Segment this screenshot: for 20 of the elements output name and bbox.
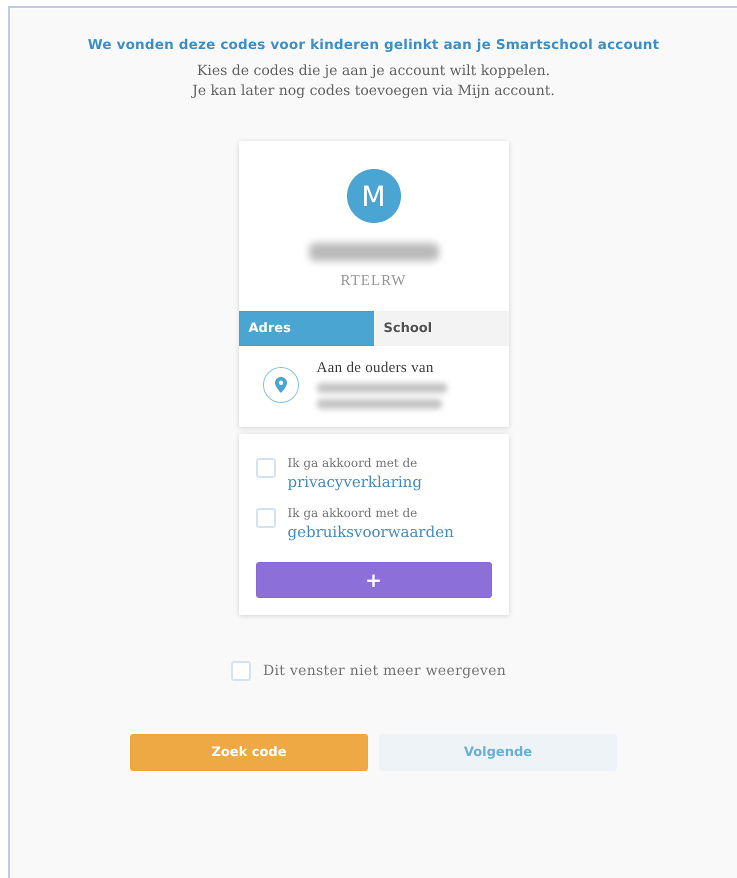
avatar: M: [346, 169, 400, 223]
consent-link[interactable]: privacyverklaring: [288, 472, 422, 492]
tab[interactable]: School: [374, 311, 508, 346]
search-code-button[interactable]: Zoek code: [130, 734, 368, 771]
checkbox[interactable]: [256, 458, 276, 478]
page-heading: We vonden deze codes voor kinderen gelinkt aan je Smartschool account: [88, 37, 660, 53]
child-code: RTELRW: [340, 273, 406, 290]
next-button[interactable]: Volgende: [379, 734, 617, 771]
checkbox[interactable]: [230, 661, 251, 681]
intro-text: Kies de codes die je aan je account wilt koppelen.: [196, 62, 550, 81]
add-button[interactable]: +: [256, 562, 492, 598]
tab[interactable]: Adres: [238, 311, 374, 346]
address-line: Aan de ouders van: [316, 360, 435, 377]
consent-link[interactable]: gebruiksvoorwaarden: [288, 522, 454, 542]
intro-text: Je kan later nog codes toevoegen via Mijn account.: [192, 82, 555, 101]
consent-text: Ik ga akkoord met de: [288, 455, 418, 472]
consent-text: Ik ga akkoord met de: [288, 505, 418, 522]
checkbox-label: Dit venster niet meer weergeven: [262, 663, 506, 679]
location-pin-icon: [262, 366, 298, 402]
checkbox[interactable]: [256, 508, 276, 528]
